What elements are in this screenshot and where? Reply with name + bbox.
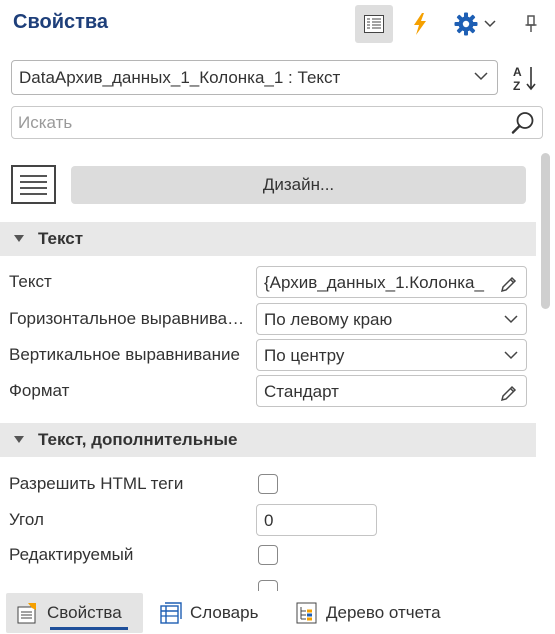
horizontal-alignment-select[interactable]: По левому краю [256,303,527,335]
search-icon[interactable] [511,111,535,135]
tab-properties[interactable]: Свойства [6,593,143,633]
properties-tab-icon [17,602,39,624]
collapse-triangle-icon [14,235,24,242]
property-label: Угол [9,510,44,529]
property-value: По центру [264,346,345,365]
tab-dictionary[interactable]: Словарь [160,593,258,633]
angle-input[interactable]: 0 [256,504,377,536]
properties-list-icon [364,15,384,33]
pencil-icon[interactable] [500,384,518,402]
settings-button[interactable] [447,5,503,43]
editable-checkbox[interactable] [258,545,278,565]
properties-view-button[interactable] [355,5,393,43]
panel-header: Свойства [0,0,555,48]
pin-icon [525,15,537,32]
property-label: Разрешить HTML теги [9,474,184,493]
collapse-triangle-icon [14,436,24,443]
property-label: Формат [9,381,70,400]
vertical-alignment-select[interactable]: По центру [256,339,527,371]
pin-button[interactable] [517,5,545,43]
scrollbar-thumb[interactable] [541,153,550,309]
property-label: Текст [9,272,52,291]
bottom-tab-bar: Свойства Словарь Дерево отчета [0,591,555,634]
gear-icon [454,12,478,36]
events-lightning-icon [414,13,426,35]
events-button[interactable] [403,5,437,43]
property-label: Горизонтальное выравнивание [9,309,249,328]
category-text-additional[interactable]: Текст, дополнительные [0,423,536,457]
svg-text:A: A [513,65,522,79]
text-expression-field[interactable]: {Архив_данных_1.Колонка_ [256,266,527,298]
category-text[interactable]: Текст [0,222,536,256]
report-tree-icon [296,602,318,624]
property-label: Вертикальное выравнивание [9,345,240,364]
sort-alphabetically-button[interactable]: A Z [508,62,542,94]
format-field[interactable]: Стандарт [256,375,527,407]
search-input[interactable] [18,112,498,134]
tab-label: Свойства [47,603,122,622]
chevron-down-icon [504,315,518,324]
property-value: 0 [264,511,274,530]
svg-text:Z: Z [513,79,520,91]
property-label: Редактируемый [9,545,134,564]
search-box[interactable] [11,106,543,139]
component-selector-value: DataАрхив_данных_1_Колонка_1 : Текст [19,68,341,87]
dictionary-icon [160,602,182,624]
tab-label: Дерево отчета [326,603,441,622]
property-value: Стандарт [264,382,339,401]
property-value: По левому краю [264,310,393,329]
allow-html-tags-checkbox[interactable] [258,474,278,494]
design-button[interactable]: Дизайн... [71,166,526,204]
text-component-icon [11,165,56,204]
pencil-icon[interactable] [500,275,518,293]
panel-title: Свойства [13,11,109,33]
tab-report-tree[interactable]: Дерево отчета [296,593,441,633]
active-tab-underline [50,627,128,630]
property-value: {Архив_данных_1.Колонка_ [264,273,484,292]
tab-label: Словарь [190,603,259,622]
component-selector[interactable]: DataАрхив_данных_1_Колонка_1 : Текст [11,60,498,95]
chevron-down-icon [504,351,518,360]
category-label: Текст, дополнительные [38,430,238,449]
sort-az-icon: A Z [513,65,536,91]
category-label: Текст [38,229,84,248]
chevron-down-icon [474,72,488,81]
chevron-down-icon [484,20,496,28]
